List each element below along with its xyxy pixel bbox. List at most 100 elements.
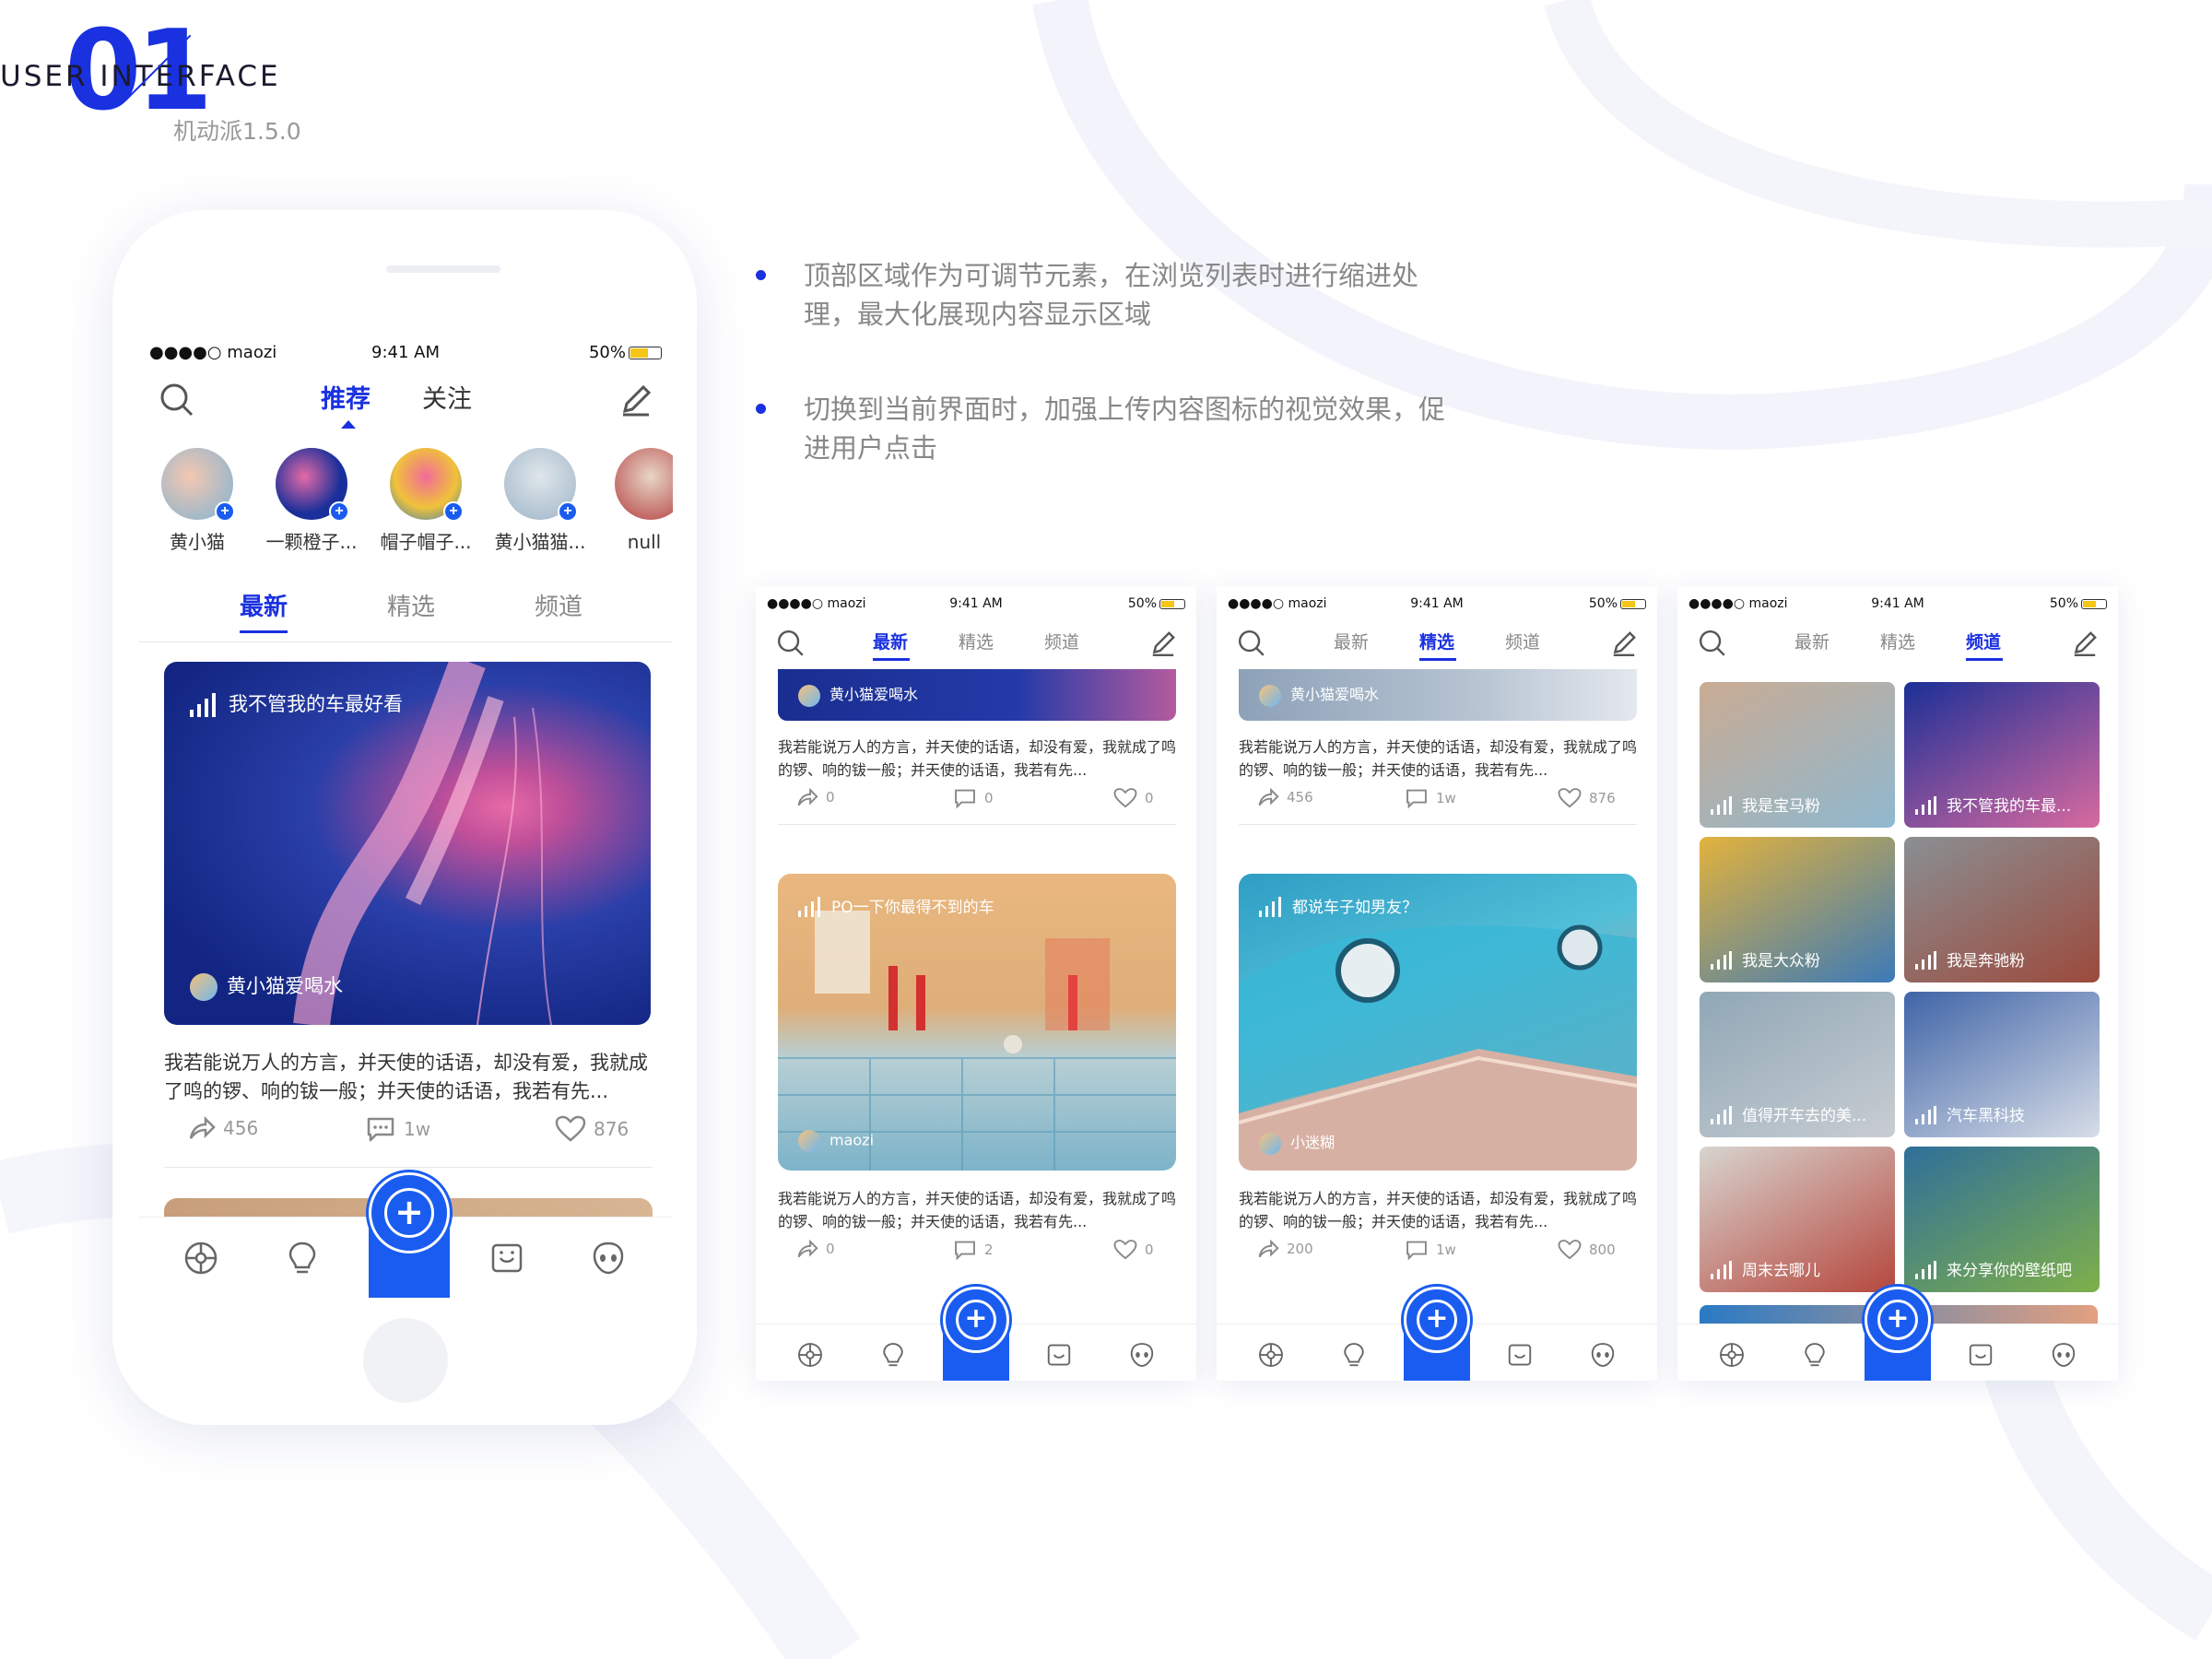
bullet-text-line: 顶部区域作为可调节元素，在浏览列表时进行缩进处: [804, 260, 1419, 291]
post-card[interactable]: 我不管我的车最好看 黄小猫爱喝水: [164, 662, 651, 1025]
share-button[interactable]: 456: [1257, 787, 1313, 807]
bullet-point: 顶部区域作为可调节元素，在浏览列表时进行缩进处 理，最大化展现内容显示区域: [756, 256, 1493, 334]
channel-tile[interactable]: 值得开车去的美...: [1700, 992, 1895, 1137]
channel-tile[interactable]: 我是宝马粉: [1700, 682, 1895, 828]
signal-icon: [1711, 1261, 1732, 1279]
face-icon[interactable]: [1967, 1341, 1994, 1369]
share-button[interactable]: 456: [188, 1115, 258, 1141]
bulb-icon[interactable]: [1340, 1341, 1368, 1369]
channel-tile[interactable]: 我是大众粉: [1700, 837, 1895, 982]
search-icon[interactable]: [1237, 629, 1266, 658]
add-icon: +: [443, 501, 464, 522]
tab-featured[interactable]: 精选: [959, 634, 994, 652]
share-button[interactable]: 0: [796, 787, 835, 807]
battery-icon: [2081, 598, 2107, 609]
tab-channels[interactable]: 频道: [1044, 634, 1079, 652]
upload-button[interactable]: +: [369, 1172, 450, 1298]
tab-featured[interactable]: 精选: [387, 595, 435, 619]
alien-icon[interactable]: [1589, 1341, 1617, 1369]
story-item[interactable]: + 一颗橙子...: [265, 448, 358, 551]
edit-icon[interactable]: [618, 382, 654, 418]
story-item[interactable]: + 帽子帽子...: [380, 448, 472, 551]
channel-tile[interactable]: 我是奔驰粉: [1904, 837, 2100, 982]
post-card[interactable]: PO一下你最得不到的车 maozi: [778, 874, 1176, 1171]
bullet-text-line: 进用户点击: [804, 432, 938, 464]
tab-channels[interactable]: 频道: [535, 595, 582, 619]
search-icon[interactable]: [776, 629, 806, 658]
like-button[interactable]: 876: [555, 1115, 629, 1143]
edit-icon[interactable]: [2070, 629, 2100, 658]
bulb-icon[interactable]: [879, 1341, 907, 1369]
bulb-icon[interactable]: [284, 1240, 321, 1277]
channel-name: 我是大众粉: [1742, 952, 1820, 971]
tab-featured[interactable]: 精选: [1419, 634, 1454, 652]
comment-button[interactable]: 1w: [365, 1115, 430, 1143]
channel-name: 我不管我的车最...: [1947, 797, 2072, 816]
upload-button[interactable]: +: [1404, 1287, 1470, 1381]
edit-icon[interactable]: [1148, 629, 1178, 658]
upload-button[interactable]: +: [943, 1287, 1009, 1381]
tab-underline: [873, 658, 910, 661]
face-icon[interactable]: [1045, 1341, 1073, 1369]
tab-recommend[interactable]: 推荐: [321, 387, 371, 412]
channel-tile[interactable]: 汽车黑科技: [1904, 992, 2100, 1137]
alien-icon[interactable]: [590, 1240, 627, 1277]
card-author: 黄小猫爱喝水: [798, 682, 918, 707]
add-icon: +: [956, 1300, 996, 1340]
tab-latest[interactable]: 最新: [240, 595, 288, 619]
search-icon[interactable]: [159, 382, 195, 418]
card-author: 小迷糊: [1259, 1130, 1335, 1155]
tab-underline: [1966, 658, 2003, 661]
tab-follow[interactable]: 关注: [422, 387, 472, 412]
like-button[interactable]: 0: [1113, 1239, 1154, 1261]
wheel-icon[interactable]: [796, 1341, 824, 1369]
avatar: [190, 973, 218, 1001]
alien-icon[interactable]: [1128, 1341, 1156, 1369]
story-item[interactable]: null: [605, 448, 673, 551]
add-icon: +: [215, 501, 235, 522]
tab-channels[interactable]: 频道: [1966, 634, 2001, 652]
like-button[interactable]: 0: [1113, 787, 1154, 809]
wheel-icon[interactable]: [1257, 1341, 1285, 1369]
search-icon[interactable]: [1698, 629, 1727, 658]
tab-channels[interactable]: 频道: [1505, 634, 1540, 652]
post-description: 我若能说万人的方言，并天使的话语，却没有爱，我就成了鸣的锣、响的钹一般；并天使的…: [1239, 738, 1637, 779]
alien-icon[interactable]: [2050, 1341, 2077, 1369]
edit-icon[interactable]: [1609, 629, 1639, 658]
tab-featured[interactable]: 精选: [1880, 634, 1915, 652]
share-button[interactable]: 0: [796, 1239, 835, 1259]
comment-button[interactable]: 0: [953, 787, 994, 809]
story-item[interactable]: + 黄小猫猫...: [494, 448, 586, 551]
wheel-icon[interactable]: [1718, 1341, 1746, 1369]
tab-latest[interactable]: 最新: [1334, 634, 1369, 652]
post-actions: 0 2 0: [778, 1239, 1176, 1266]
battery-icon: [629, 347, 662, 359]
tab-latest[interactable]: 最新: [873, 634, 908, 652]
like-button[interactable]: 876: [1558, 787, 1616, 809]
upload-button[interactable]: +: [1865, 1287, 1931, 1381]
post-actions: 456 1w 876: [1239, 787, 1637, 815]
signal-icon: [1711, 1106, 1732, 1124]
comment-button[interactable]: 2: [953, 1239, 994, 1261]
face-icon[interactable]: [1506, 1341, 1534, 1369]
comment-button[interactable]: 1w: [1405, 1239, 1456, 1261]
post-card[interactable]: 黄小猫爱喝水: [778, 669, 1176, 721]
comment-button[interactable]: 1w: [1405, 787, 1456, 809]
home-button[interactable]: [363, 1318, 448, 1403]
post-card[interactable]: 都说车子如男友？ 小迷糊: [1239, 874, 1637, 1171]
channel-name: 来分享你的壁纸吧: [1947, 1262, 2072, 1280]
comment-icon: [955, 789, 975, 809]
story-item[interactable]: + 黄小猫: [151, 448, 243, 551]
face-icon[interactable]: [488, 1240, 525, 1277]
like-button[interactable]: 800: [1558, 1239, 1616, 1261]
channel-tile[interactable]: 我不管我的车最...: [1904, 682, 2100, 828]
share-button[interactable]: 200: [1257, 1239, 1313, 1259]
wheel-icon[interactable]: [182, 1240, 219, 1277]
post-card[interactable]: 黄小猫爱喝水: [1239, 669, 1637, 721]
bulb-icon[interactable]: [1801, 1341, 1829, 1369]
signal-icon: [1259, 897, 1281, 917]
channel-tile[interactable]: 周末去哪儿: [1700, 1147, 1895, 1292]
signal-icon: [798, 897, 820, 917]
channel-tile[interactable]: 来分享你的壁纸吧: [1904, 1147, 2100, 1292]
tab-latest[interactable]: 最新: [1794, 634, 1830, 652]
